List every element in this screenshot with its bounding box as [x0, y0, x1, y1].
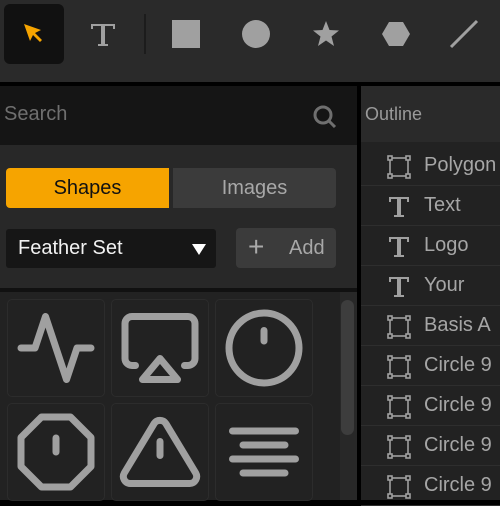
outline-item[interactable]: Circle 9: [361, 386, 500, 426]
plus-icon: +: [248, 231, 265, 262]
align-center-icon[interactable]: [215, 403, 313, 501]
text-icon: [91, 24, 115, 46]
star-tool-button[interactable]: [296, 4, 356, 64]
group-layer-icon: [386, 474, 412, 505]
group-layer-icon: [386, 314, 412, 345]
cursor-arrow-icon: [24, 24, 42, 42]
text-tool-button[interactable]: [73, 4, 133, 64]
outline-item[interactable]: Circle 9: [361, 346, 500, 386]
caret-down-icon: [192, 244, 206, 255]
toolbar: [0, 0, 500, 82]
outline-item-label: Logo: [424, 234, 469, 256]
icon-set-dropdown[interactable]: Feather Set: [6, 229, 216, 268]
outline-item-label: Circle 9: [424, 354, 492, 376]
text-layer-icon: [386, 234, 412, 265]
add-button[interactable]: + Add: [236, 228, 336, 268]
alert-circle-icon[interactable]: [215, 299, 313, 397]
search-bar: [0, 86, 357, 145]
group-layer-icon: [386, 154, 412, 185]
text-layer-icon: [386, 194, 412, 225]
toolbar-divider: [144, 14, 146, 54]
outline-item[interactable]: Circle 9: [361, 426, 500, 466]
ellipse-tool-button[interactable]: [226, 4, 286, 64]
line-tool-button[interactable]: [434, 4, 494, 64]
outline-item-label: Circle 9: [424, 474, 492, 496]
group-layer-icon: [386, 394, 412, 425]
outline-item-label: Circle 9: [424, 434, 492, 456]
alert-octagon-icon[interactable]: [7, 403, 105, 501]
rectangle-tool-button[interactable]: [156, 4, 216, 64]
select-tool-button[interactable]: [4, 4, 64, 64]
outline-title: Outline: [361, 86, 500, 142]
tab-shapes[interactable]: Shapes: [6, 168, 169, 208]
outline-item-label: Your: [424, 274, 465, 296]
outline-panel: Outline Polygon Text Logo Your Basis A Circle…: [361, 86, 500, 506]
search-icon[interactable]: [312, 104, 338, 130]
outline-item[interactable]: Text: [361, 186, 500, 226]
airplay-icon[interactable]: [111, 299, 209, 397]
square-icon: [172, 20, 200, 48]
dropdown-value: Feather Set: [18, 237, 123, 259]
scrollbar[interactable]: [341, 300, 354, 435]
outline-item-label: Text: [424, 194, 461, 216]
outline-item-label: Polygon: [424, 154, 497, 176]
hexagon-icon: [382, 22, 410, 46]
outline-item[interactable]: Your: [361, 266, 500, 306]
circle-icon: [242, 20, 270, 48]
line-icon: [449, 19, 479, 49]
outline-item[interactable]: Circle 9: [361, 466, 500, 506]
group-layer-icon: [386, 354, 412, 385]
add-button-label: Add: [289, 237, 325, 259]
icon-grid: [0, 292, 340, 501]
outline-item[interactable]: Logo: [361, 226, 500, 266]
outline-item[interactable]: Polygon: [361, 146, 500, 186]
tab-images[interactable]: Images: [173, 168, 336, 208]
group-layer-icon: [386, 434, 412, 465]
library-tabs: Shapes Images: [6, 168, 336, 208]
activity-icon[interactable]: [7, 299, 105, 397]
star-icon: [313, 21, 339, 46]
search-input[interactable]: [4, 98, 304, 130]
library-panel: Shapes Images Feather Set + Add: [0, 86, 357, 501]
outline-item[interactable]: Basis A: [361, 306, 500, 346]
outline-item-label: Basis A: [424, 314, 491, 336]
outline-item-label: Circle 9: [424, 394, 492, 416]
text-layer-icon: [386, 274, 412, 305]
polygon-tool-button[interactable]: [366, 4, 426, 64]
alert-triangle-icon[interactable]: [111, 403, 209, 501]
